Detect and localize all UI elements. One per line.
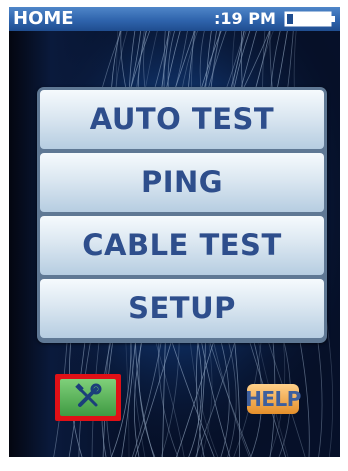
ping-button[interactable]: PING <box>40 153 324 212</box>
help-label: HELP <box>245 387 301 411</box>
clock: :19 PM <box>214 9 276 28</box>
cable-test-button[interactable]: CABLE TEST <box>40 216 324 275</box>
screen-title: HOME <box>13 8 74 29</box>
tools-button[interactable] <box>55 374 121 421</box>
auto-test-button[interactable]: AUTO TEST <box>40 90 324 149</box>
wrench-screwdriver-icon <box>75 383 102 407</box>
device-screen: HOME :19 PM AUTO TEST PING CABLE TEST SE… <box>9 7 340 457</box>
status-bar: HOME :19 PM <box>9 7 340 31</box>
setup-button[interactable]: SETUP <box>40 279 324 338</box>
tools-button-face <box>60 379 116 416</box>
battery-icon <box>284 11 335 27</box>
main-menu: AUTO TEST PING CABLE TEST SETUP <box>37 87 327 343</box>
help-button[interactable]: HELP <box>243 378 303 418</box>
